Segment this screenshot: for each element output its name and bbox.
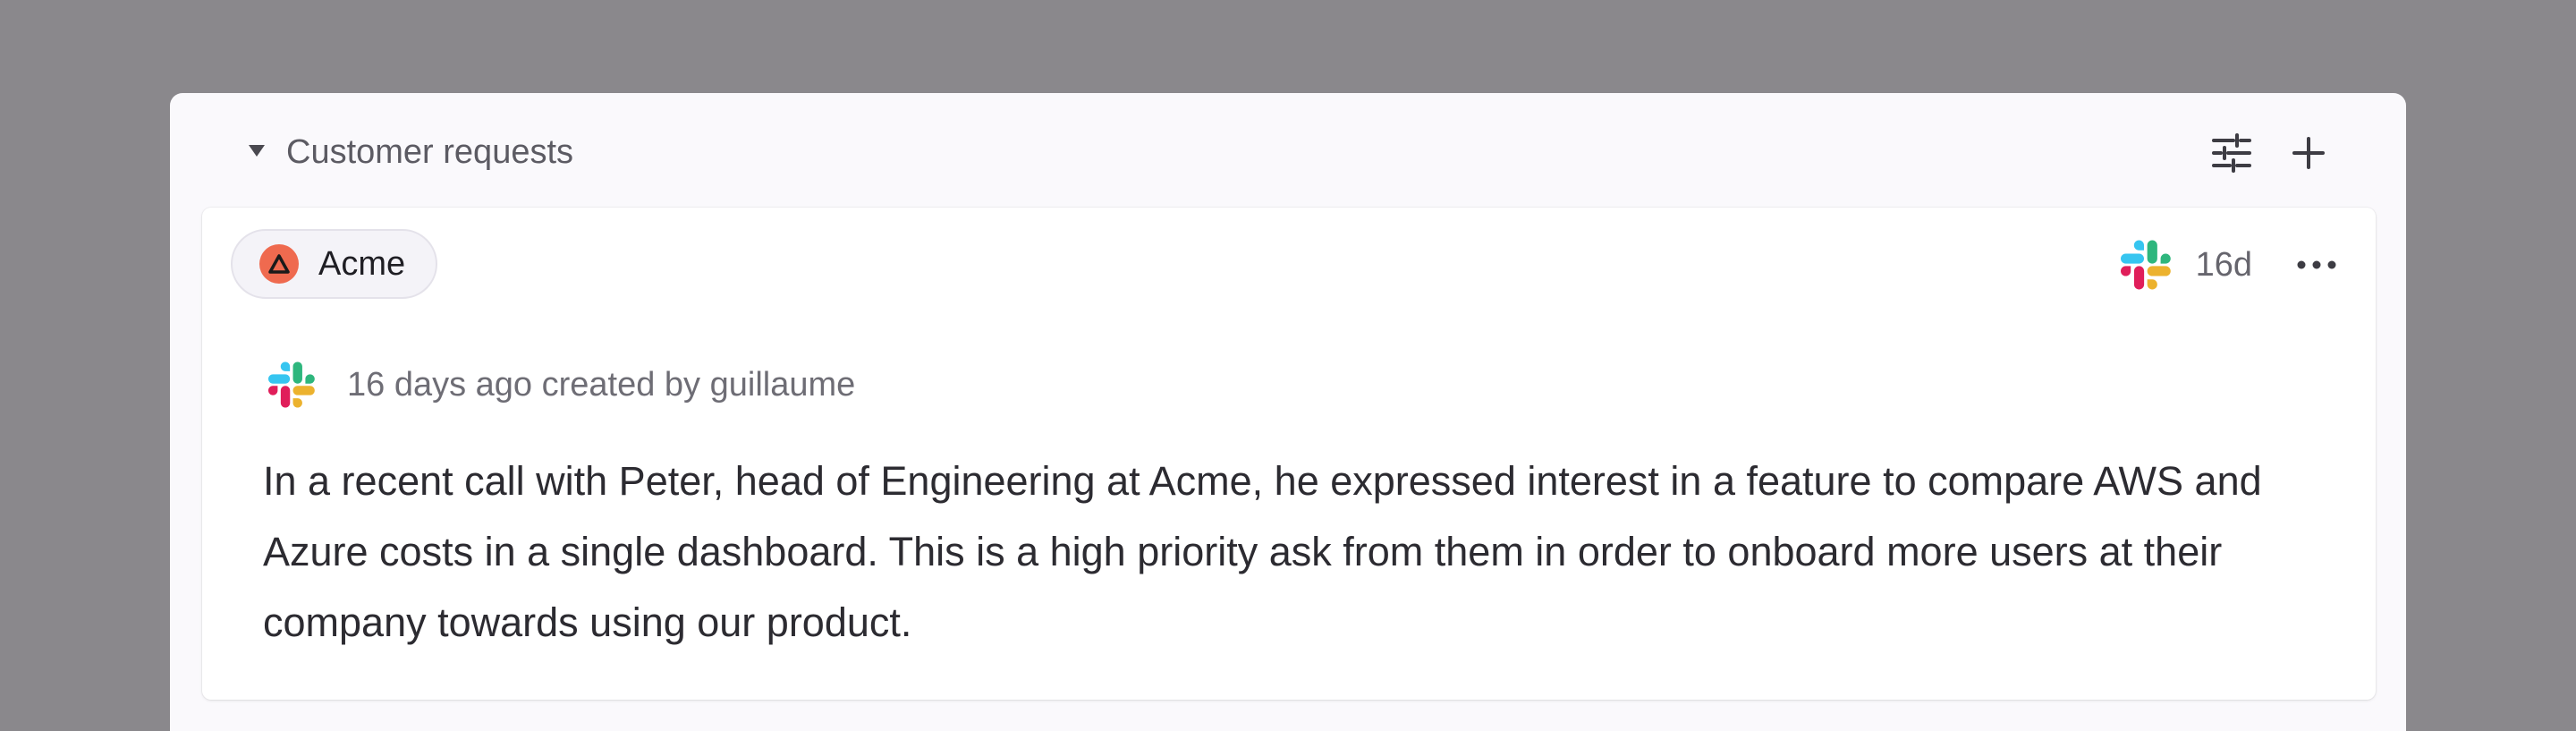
request-body: In a recent call with Peter, head of Eng… xyxy=(263,458,2262,645)
source-row: 16 days ago created by guillaume xyxy=(268,358,855,412)
section-header: Customer requests xyxy=(170,93,2406,208)
triangle-logo-icon xyxy=(259,244,299,284)
triangle-down-icon[interactable] xyxy=(249,145,265,157)
slack-icon xyxy=(268,361,315,408)
filter-button[interactable] xyxy=(2207,129,2256,177)
section-title[interactable]: Customer requests xyxy=(286,132,573,172)
add-button[interactable] xyxy=(2284,129,2333,177)
company-name: Acme xyxy=(318,245,406,283)
company-chip[interactable]: Acme xyxy=(231,229,438,299)
card-meta: 16d xyxy=(2120,238,2343,292)
plus-icon xyxy=(2292,137,2325,169)
ellipsis-icon xyxy=(2297,260,2336,269)
age-label: 16d xyxy=(2195,246,2252,284)
more-options-button[interactable] xyxy=(2290,247,2343,283)
customer-requests-panel: Customer requests Acme 16d 16 days ago c… xyxy=(170,93,2406,731)
sliders-icon xyxy=(2212,133,2251,173)
slack-icon xyxy=(2120,240,2171,290)
request-card[interactable]: Acme 16d 16 days ago created by guillaum… xyxy=(202,208,2376,700)
created-by-text: 16 days ago created by guillaume xyxy=(347,366,856,404)
